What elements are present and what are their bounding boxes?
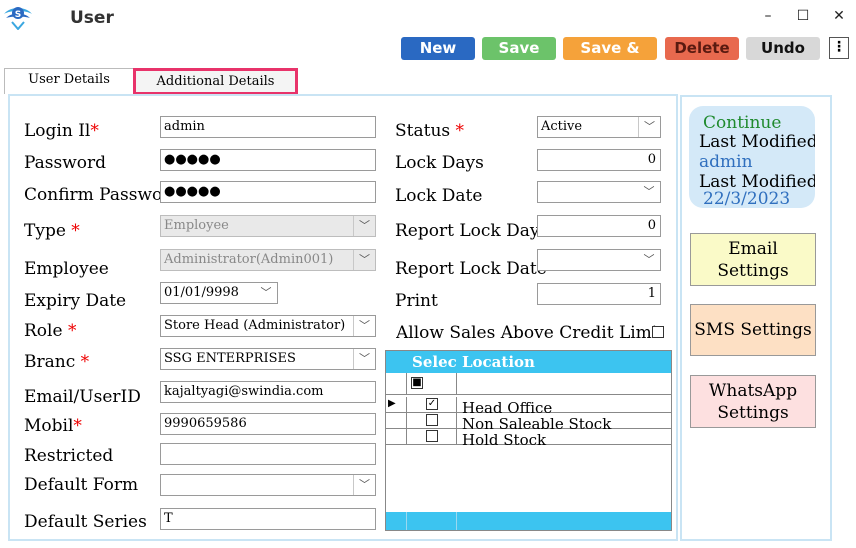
- chevron-down-icon: ﹀: [260, 286, 272, 299]
- report-lock-days-label: Report Lock Days: [395, 221, 549, 241]
- password-label: Password: [24, 153, 107, 173]
- role-label: Role *: [24, 321, 77, 341]
- location-cell: Hold Stock: [462, 431, 547, 449]
- type-select[interactable]: Employee ﹀: [160, 215, 376, 237]
- email-settings-button[interactable]: Email Settings: [690, 233, 816, 286]
- login-id-label: Login Il*: [24, 121, 99, 141]
- minimize-button[interactable]: –: [758, 6, 778, 26]
- lock-days-input[interactable]: 0: [537, 149, 661, 171]
- lock-date-label: Lock Date: [395, 186, 483, 206]
- default-form-label: Default Form: [24, 475, 139, 495]
- app-logo-icon: S: [4, 7, 32, 30]
- chevron-down-icon: ﹀: [643, 185, 655, 198]
- table-row[interactable]: Non Saleable Stock: [386, 413, 671, 433]
- allow-sales-label: Allow Sales Above Credit Limit: [396, 323, 665, 343]
- grid-filter-row: ■: [386, 373, 671, 395]
- location-grid: Selec Location ■ ▶ ✓ Head Office Non Sal…: [385, 350, 672, 531]
- expiry-date-label: Expiry Date: [24, 291, 127, 311]
- email-label: Email/UserID: [24, 387, 141, 407]
- last-modified-date: 22/3/2023: [703, 189, 791, 208]
- chevron-down-icon: ﹀: [353, 216, 375, 236]
- employee-label: Employee: [24, 259, 109, 279]
- role-select[interactable]: Store Head (Administrator) ﹀: [160, 315, 376, 337]
- sms-settings-button[interactable]: SMS Settings: [690, 304, 816, 356]
- last-modified-by-label: Last Modified I: [699, 132, 815, 152]
- delete-button[interactable]: Delete: [665, 37, 739, 60]
- grid-header: Selec Location: [386, 351, 671, 373]
- employee-select[interactable]: Administrator(Admin001) ﹀: [160, 249, 376, 271]
- window-title: User: [70, 8, 114, 28]
- tab-user-details[interactable]: User Details: [4, 68, 134, 94]
- lock-days-label: Lock Days: [395, 153, 484, 173]
- chevron-down-icon: ﹀: [353, 316, 375, 336]
- default-series-label: Default Series: [24, 512, 147, 532]
- current-row-marker-icon: ▶: [388, 398, 396, 409]
- svg-text:S: S: [15, 10, 21, 20]
- lock-date-picker[interactable]: ﹀: [537, 181, 661, 203]
- undo-button[interactable]: Undo: [746, 37, 820, 60]
- expiry-date-picker[interactable]: 01/01/9998 ﹀: [160, 282, 278, 304]
- continue-status: Continue: [703, 113, 782, 133]
- confirm-password-label: Confirm Passwoi: [24, 185, 162, 205]
- report-lock-days-input[interactable]: 0: [537, 215, 661, 237]
- tab-additional-details[interactable]: Additional Details: [133, 68, 298, 95]
- save-and-button[interactable]: Save &: [563, 37, 657, 60]
- column-select[interactable]: Selec: [412, 353, 457, 371]
- print-input[interactable]: 1: [537, 283, 661, 305]
- save-button[interactable]: Save: [482, 37, 556, 60]
- login-id-input[interactable]: admin: [160, 116, 376, 138]
- default-form-select[interactable]: ﹀: [160, 474, 376, 496]
- mobile-label: Mobil*: [24, 416, 82, 436]
- chevron-down-icon: ﹀: [353, 250, 375, 270]
- status-label: Status *: [395, 121, 465, 141]
- default-series-input[interactable]: T: [160, 508, 376, 530]
- confirm-password-input[interactable]: ●●●●●: [160, 181, 376, 203]
- grid-footer: [386, 512, 671, 530]
- row-checkbox[interactable]: [426, 414, 438, 426]
- chevron-down-icon: ﹀: [638, 117, 660, 137]
- chevron-down-icon: ﹀: [643, 253, 655, 266]
- last-modified-user: admin: [699, 152, 753, 172]
- last-modified-info: Continue Last Modified I admin Last Modi…: [689, 106, 815, 208]
- report-lock-date-label: Report Lock Date: [395, 259, 547, 279]
- type-label: Type *: [24, 221, 80, 241]
- status-select[interactable]: Active ﹀: [537, 116, 661, 138]
- table-row[interactable]: Hold Stock: [386, 429, 671, 449]
- whatsapp-settings-button[interactable]: WhatsApp Settings: [690, 375, 816, 428]
- chevron-down-icon: ﹀: [353, 349, 375, 369]
- table-row[interactable]: ▶ ✓ Head Office: [386, 397, 671, 417]
- branch-label: Branc *: [24, 352, 90, 372]
- print-label: Print: [395, 291, 438, 311]
- new-button[interactable]: New: [401, 37, 475, 60]
- more-options-button[interactable]: ⋮: [829, 37, 849, 59]
- report-lock-date-picker[interactable]: ﹀: [537, 249, 661, 271]
- mobile-input[interactable]: 9990659586: [160, 413, 376, 435]
- column-location[interactable]: Location: [462, 353, 535, 371]
- select-all-checkbox[interactable]: ■: [411, 377, 423, 389]
- chevron-down-icon: ﹀: [353, 475, 375, 495]
- branch-select[interactable]: SSG ENTERPRISES ﹀: [160, 348, 376, 370]
- maximize-button[interactable]: ☐: [793, 6, 813, 26]
- row-checkbox[interactable]: [426, 430, 438, 442]
- close-button[interactable]: ✕: [829, 6, 849, 26]
- email-input[interactable]: kajaltyagi@swindia.com: [160, 381, 376, 403]
- allow-sales-checkbox[interactable]: [652, 326, 664, 338]
- restricted-label: Restricted: [24, 446, 114, 463]
- restricted-input[interactable]: [160, 443, 376, 465]
- password-input[interactable]: ●●●●●: [160, 149, 376, 171]
- row-checkbox[interactable]: ✓: [426, 398, 438, 410]
